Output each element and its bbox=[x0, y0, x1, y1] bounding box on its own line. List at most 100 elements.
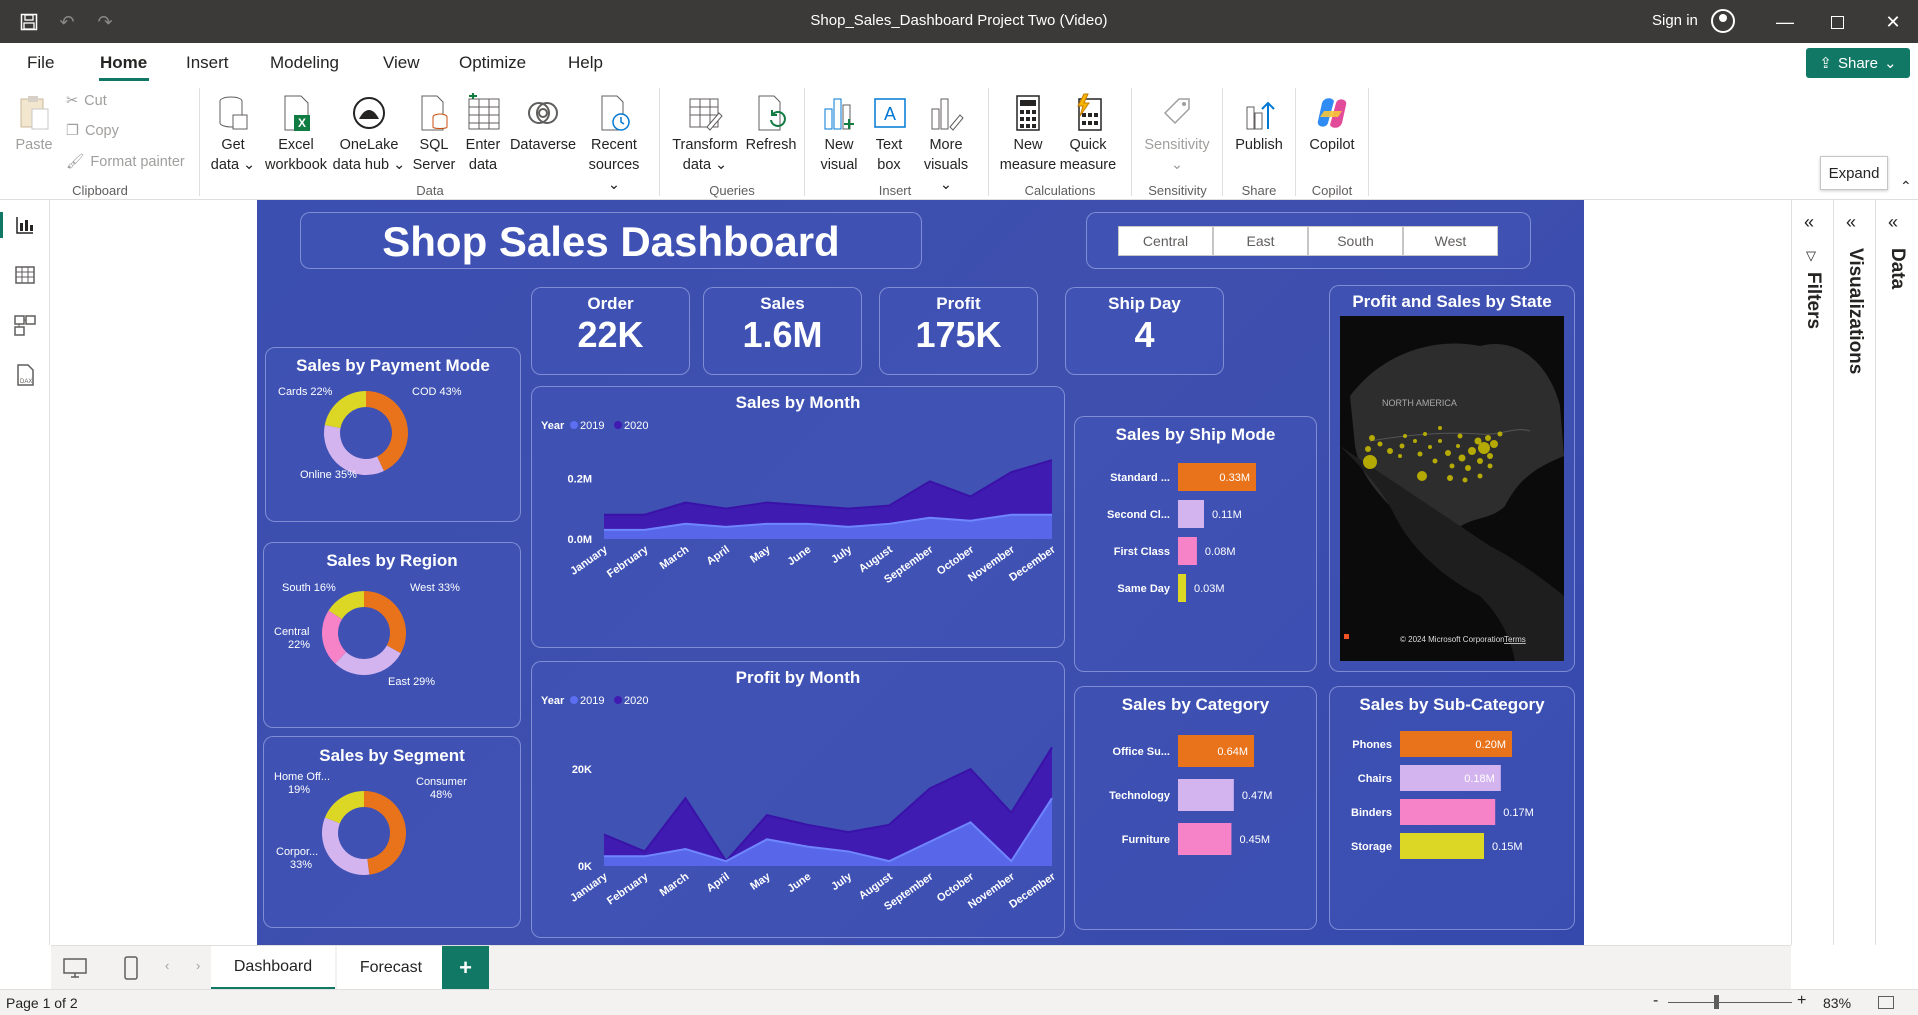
close-icon[interactable]: ✕ bbox=[1880, 9, 1906, 35]
collapse-filters-icon[interactable]: « bbox=[1804, 212, 1814, 233]
recent-label-1: Recent bbox=[591, 137, 637, 153]
bar[interactable] bbox=[1178, 574, 1186, 602]
region-option-south[interactable]: South bbox=[1308, 226, 1403, 256]
add-page-button[interactable]: + bbox=[442, 946, 489, 990]
region-option-central[interactable]: Central bbox=[1118, 226, 1213, 256]
onelake-data-hub-button[interactable]: OneLake data hub ⌄ bbox=[332, 93, 406, 175]
sign-in-link[interactable]: Sign in bbox=[1652, 12, 1698, 29]
sales-by-category-card[interactable]: Sales by Category Office Su... 0.64M Techn… bbox=[1074, 686, 1317, 930]
donut-slice-online[interactable] bbox=[324, 425, 384, 475]
view-switcher: DAX bbox=[0, 200, 50, 945]
donut-slice-west[interactable] bbox=[364, 591, 406, 654]
get-data-button[interactable]: Get data ⌄ bbox=[208, 93, 258, 175]
region-option-east[interactable]: East bbox=[1213, 226, 1308, 256]
bar[interactable] bbox=[1178, 537, 1197, 565]
zoom-in-icon[interactable]: + bbox=[1797, 992, 1806, 1010]
menu-insert[interactable]: Insert bbox=[186, 53, 229, 73]
zoom-slider[interactable] bbox=[1668, 1002, 1792, 1003]
visualizations-pane[interactable]: « Visualizations bbox=[1833, 200, 1875, 945]
donut-slice-home-office[interactable] bbox=[324, 791, 364, 824]
sensitivity-button[interactable]: Sensitivity ⌄ bbox=[1138, 93, 1216, 175]
region-option-west[interactable]: West bbox=[1403, 226, 1498, 256]
filters-pane[interactable]: « ▽ Filters bbox=[1791, 200, 1833, 945]
maximize-icon[interactable] bbox=[1824, 9, 1850, 35]
sales-by-sub-category-card[interactable]: Sales by Sub-Category Phones 0.20M Chairs 0… bbox=[1329, 686, 1575, 930]
expand-visualizations-icon[interactable]: « bbox=[1846, 212, 1856, 233]
dataverse-button[interactable]: Dataverse bbox=[508, 93, 578, 155]
sales-by-ship-mode-card[interactable]: Sales by Ship Mode Standard ... 0.33M Seco… bbox=[1074, 416, 1317, 672]
zoom-slider-thumb[interactable] bbox=[1714, 995, 1719, 1009]
bar[interactable] bbox=[1178, 823, 1232, 855]
data-pane[interactable]: « Data bbox=[1875, 200, 1917, 945]
desktop-layout-icon[interactable] bbox=[63, 958, 87, 978]
donut-slice-east[interactable] bbox=[335, 645, 401, 675]
table-view-icon[interactable] bbox=[12, 262, 38, 288]
kpi-card-profit[interactable]: Profit 175K bbox=[879, 287, 1038, 375]
sales-by-month-card[interactable]: Sales by Month Year 2019 2020 0.0M 0.2M Janua… bbox=[531, 386, 1065, 648]
transform-data-button[interactable]: Transform data ⌄ bbox=[668, 93, 742, 175]
onelake-icon bbox=[353, 97, 385, 129]
more-visuals-button[interactable]: More visuals ⌄ bbox=[916, 93, 976, 195]
format-painter-button[interactable]: 🖌 Format painter bbox=[66, 153, 185, 171]
previous-page-icon[interactable]: ‹ bbox=[165, 958, 169, 973]
next-page-icon[interactable]: › bbox=[196, 958, 200, 973]
bar[interactable] bbox=[1178, 500, 1204, 528]
sales-by-payment-mode-card[interactable]: Sales by Payment Mode COD 43% Online 35% C… bbox=[265, 347, 521, 522]
recent-sources-button[interactable]: Recent sources ⌄ bbox=[582, 93, 646, 195]
category-label: Storage bbox=[1351, 841, 1392, 853]
us-map[interactable]: NORTH AMERICA © 2024 Microsoft Corporati… bbox=[1340, 316, 1564, 661]
new-measure-button[interactable]: New measure bbox=[998, 93, 1058, 175]
profit-by-month-card[interactable]: Profit by Month Year 2019 2020 0K 20K January… bbox=[531, 661, 1065, 938]
legend-item[interactable]: 2020 bbox=[624, 420, 648, 432]
donut-slice-consumer[interactable] bbox=[364, 791, 407, 875]
menu-modeling[interactable]: Modeling bbox=[270, 53, 339, 73]
tab-dashboard[interactable]: Dashboard bbox=[211, 946, 335, 990]
copilot-button[interactable]: Copilot bbox=[1303, 93, 1361, 155]
menu-file[interactable]: File bbox=[27, 53, 54, 73]
tab-forecast[interactable]: Forecast bbox=[337, 946, 445, 990]
quick-measure-button[interactable]: Quick measure bbox=[1058, 93, 1118, 175]
sales-by-region-card[interactable]: Sales by Region West 33% East 29% Central 2… bbox=[263, 542, 521, 728]
bar[interactable] bbox=[1178, 779, 1234, 811]
account-icon[interactable] bbox=[1711, 9, 1735, 33]
menu-help[interactable]: Help bbox=[568, 53, 603, 73]
profit-and-sales-by-state-card[interactable]: Profit and Sales by State NORTH AMERICA … bbox=[1329, 285, 1575, 672]
sales-by-segment-card[interactable]: Sales by Segment Consumer 48% Corpor... 33%… bbox=[263, 736, 521, 928]
model-view-icon[interactable] bbox=[12, 312, 38, 338]
kpi-card-sales[interactable]: Sales 1.6M bbox=[703, 287, 862, 375]
paste-button[interactable]: Paste bbox=[12, 93, 56, 155]
map-terms-link[interactable]: Terms bbox=[1504, 635, 1526, 644]
report-view-icon[interactable] bbox=[12, 212, 38, 238]
excel-workbook-button[interactable]: X Excel workbook bbox=[261, 93, 331, 175]
donut-slice-central[interactable] bbox=[322, 610, 347, 664]
kpi-card-ship-day[interactable]: Ship Day 4 bbox=[1065, 287, 1224, 375]
enter-data-button[interactable]: Enter data bbox=[460, 93, 506, 175]
minimize-icon[interactable]: — bbox=[1772, 9, 1798, 35]
sql-server-button[interactable]: SQL Server bbox=[411, 93, 457, 175]
new-visual-button[interactable]: New visual bbox=[814, 93, 864, 175]
copy-button[interactable]: ❐ Copy bbox=[66, 123, 119, 139]
share-button[interactable]: ⇪ Share ⌄ bbox=[1806, 48, 1910, 78]
data-label: 0.18M bbox=[1464, 773, 1495, 785]
expand-data-icon[interactable]: « bbox=[1888, 212, 1898, 233]
legend-item[interactable]: 2020 bbox=[624, 695, 648, 707]
menu-view[interactable]: View bbox=[383, 53, 420, 73]
text-box-button[interactable]: A Text box bbox=[866, 93, 912, 175]
legend-item[interactable]: 2019 bbox=[580, 420, 604, 432]
cut-button[interactable]: ✂ Cut bbox=[66, 93, 107, 109]
donut-slice-corporate[interactable] bbox=[322, 817, 370, 875]
bar[interactable] bbox=[1400, 833, 1484, 859]
legend-item[interactable]: 2019 bbox=[580, 695, 604, 707]
mobile-layout-icon[interactable] bbox=[123, 956, 139, 980]
kpi-card-order[interactable]: Order 22K bbox=[531, 287, 690, 375]
bar[interactable] bbox=[1400, 799, 1496, 825]
menu-home[interactable]: Home bbox=[100, 53, 147, 73]
menu-optimize[interactable]: Optimize bbox=[459, 53, 526, 73]
zoom-out-icon[interactable]: - bbox=[1653, 992, 1658, 1010]
refresh-button[interactable]: Refresh bbox=[741, 93, 801, 155]
dax-query-view-icon[interactable]: DAX bbox=[12, 362, 38, 388]
publish-button[interactable]: Publish bbox=[1230, 93, 1288, 155]
collapse-ribbon-icon[interactable]: ⌃ bbox=[1900, 178, 1912, 195]
data-label: South 16% bbox=[282, 582, 336, 594]
fit-to-page-icon[interactable] bbox=[1878, 996, 1894, 1009]
